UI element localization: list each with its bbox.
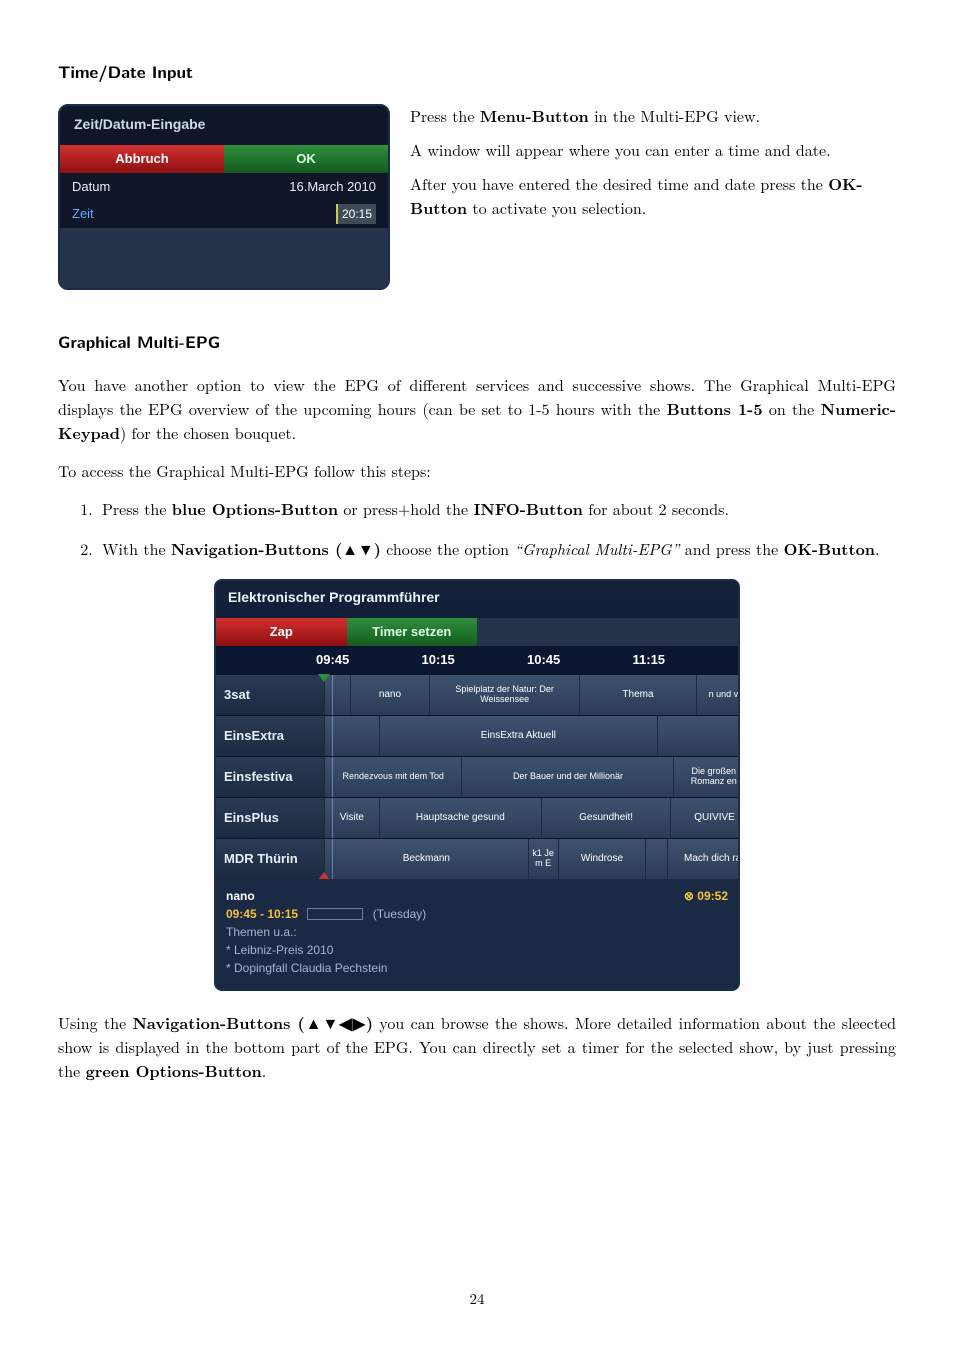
- now-marker-top-icon: [318, 674, 330, 682]
- td-panel-title: Zeit/Datum-Eingabe: [60, 106, 388, 145]
- epg-btn-slot-3: [477, 618, 608, 646]
- menu-button-ref: Menu-Button: [480, 104, 589, 127]
- epg-show[interactable]: Gesundheit!: [541, 798, 670, 838]
- td-time-value[interactable]: 20:15: [336, 204, 376, 224]
- page-number: 24: [0, 1288, 954, 1311]
- epg-show[interactable]: Hauptsache gesund: [379, 798, 541, 838]
- epg-channel-label: 3sat: [216, 675, 324, 715]
- epg-btn-slot-4: [608, 618, 739, 646]
- epg-show[interactable]: Die großen Romanz en: [673, 757, 740, 797]
- epg-show[interactable]: nano: [350, 675, 430, 715]
- epg-row-einsextra[interactable]: EinsExtra EinsExtra Aktuell: [216, 715, 738, 756]
- epg-show[interactable]: Rendezvous mit dem Tod: [324, 757, 461, 797]
- epg-channel-label: MDR Thürin: [216, 839, 324, 879]
- time-date-description: Press the Menu-Button in the Multi-EPG v…: [410, 104, 896, 290]
- epg-show[interactable]: k1 Je m E: [528, 839, 558, 879]
- epg-channel-label: EinsExtra: [216, 716, 324, 756]
- epg-footer-day: (Tuesday): [373, 907, 427, 921]
- step-2: With the Navigation-Buttons (▲▼) choose …: [98, 537, 896, 561]
- epg-show[interactable]: EinsExtra Aktuell: [379, 716, 657, 756]
- epg-figure: Elektronischer Programmführer Zap Timer …: [214, 579, 740, 991]
- epg-row-einsplus[interactable]: EinsPlus Visite Hauptsache gesund Gesund…: [216, 797, 738, 838]
- td-abort-button[interactable]: Abbruch: [60, 145, 224, 173]
- epg-zap-button[interactable]: Zap: [216, 618, 347, 646]
- epg-footer-timerange: 09:45 - 10:15: [226, 907, 298, 921]
- td-time-label: Zeit: [72, 204, 94, 224]
- epg-channel-label: Einsfestiva: [216, 757, 324, 797]
- epg-show[interactable]: Spielplatz der Natur: Der Weissensee: [429, 675, 579, 715]
- step-1: Press the blue Options-Button or press+h…: [98, 497, 896, 521]
- epg-show[interactable]: Thema: [579, 675, 696, 715]
- epg-footer-title: nano: [226, 889, 255, 903]
- epg-footer: ⊗ 09:52 nano 09:45 - 10:15 (Tuesday) The…: [216, 879, 738, 989]
- gmepg-intro: You have another option to view the EPG …: [58, 373, 896, 445]
- section-heading-time-date: Time/Date Input: [58, 60, 896, 86]
- epg-progress-bar: [307, 908, 363, 920]
- td-date-label: Datum: [72, 177, 110, 197]
- epg-timer-button[interactable]: Timer setzen: [347, 618, 478, 646]
- section-heading-gmepg: Graphical Multi-EPG: [58, 330, 896, 356]
- epg-show[interactable]: Beckmann: [324, 839, 528, 879]
- epg-show[interactable]: QUIVIVE: [670, 798, 740, 838]
- td-date-value: 16.March 2010: [289, 177, 376, 197]
- td-ok-button[interactable]: OK: [224, 145, 388, 173]
- epg-show[interactable]: n und verg: [696, 675, 740, 715]
- epg-show[interactable]: Windrose: [558, 839, 646, 879]
- epg-row-3sat[interactable]: 3sat nano Spielplatz der Natur: Der Weis…: [216, 674, 738, 715]
- time-date-input-figure: Zeit/Datum-Eingabe Abbruch OK Datum 16.M…: [58, 104, 386, 290]
- gmepg-follow: To access the Graphical Multi-EPG follow…: [58, 459, 896, 483]
- epg-channel-label: EinsPlus: [216, 798, 324, 838]
- epg-row-mdr[interactable]: MDR Thürin Beckmann k1 Je m E Windrose M…: [216, 838, 738, 879]
- epg-clock: ⊗ 09:52: [684, 887, 728, 905]
- epg-title: Elektronischer Programmführer: [216, 581, 738, 618]
- gmepg-steps: Press the blue Options-Button or press+h…: [58, 497, 896, 561]
- closing-paragraph: Using the Navigation-Buttons (▲▼◀▶) you …: [58, 1011, 896, 1083]
- epg-show[interactable]: Mach dich ran: [667, 839, 740, 879]
- epg-row-einsfestiva[interactable]: Einsfestiva Rendezvous mit dem Tod Der B…: [216, 756, 738, 797]
- epg-time-row: 09:45 10:15 10:45 11:15: [216, 646, 738, 674]
- epg-show[interactable]: Der Bauer und der Millionär: [461, 757, 673, 797]
